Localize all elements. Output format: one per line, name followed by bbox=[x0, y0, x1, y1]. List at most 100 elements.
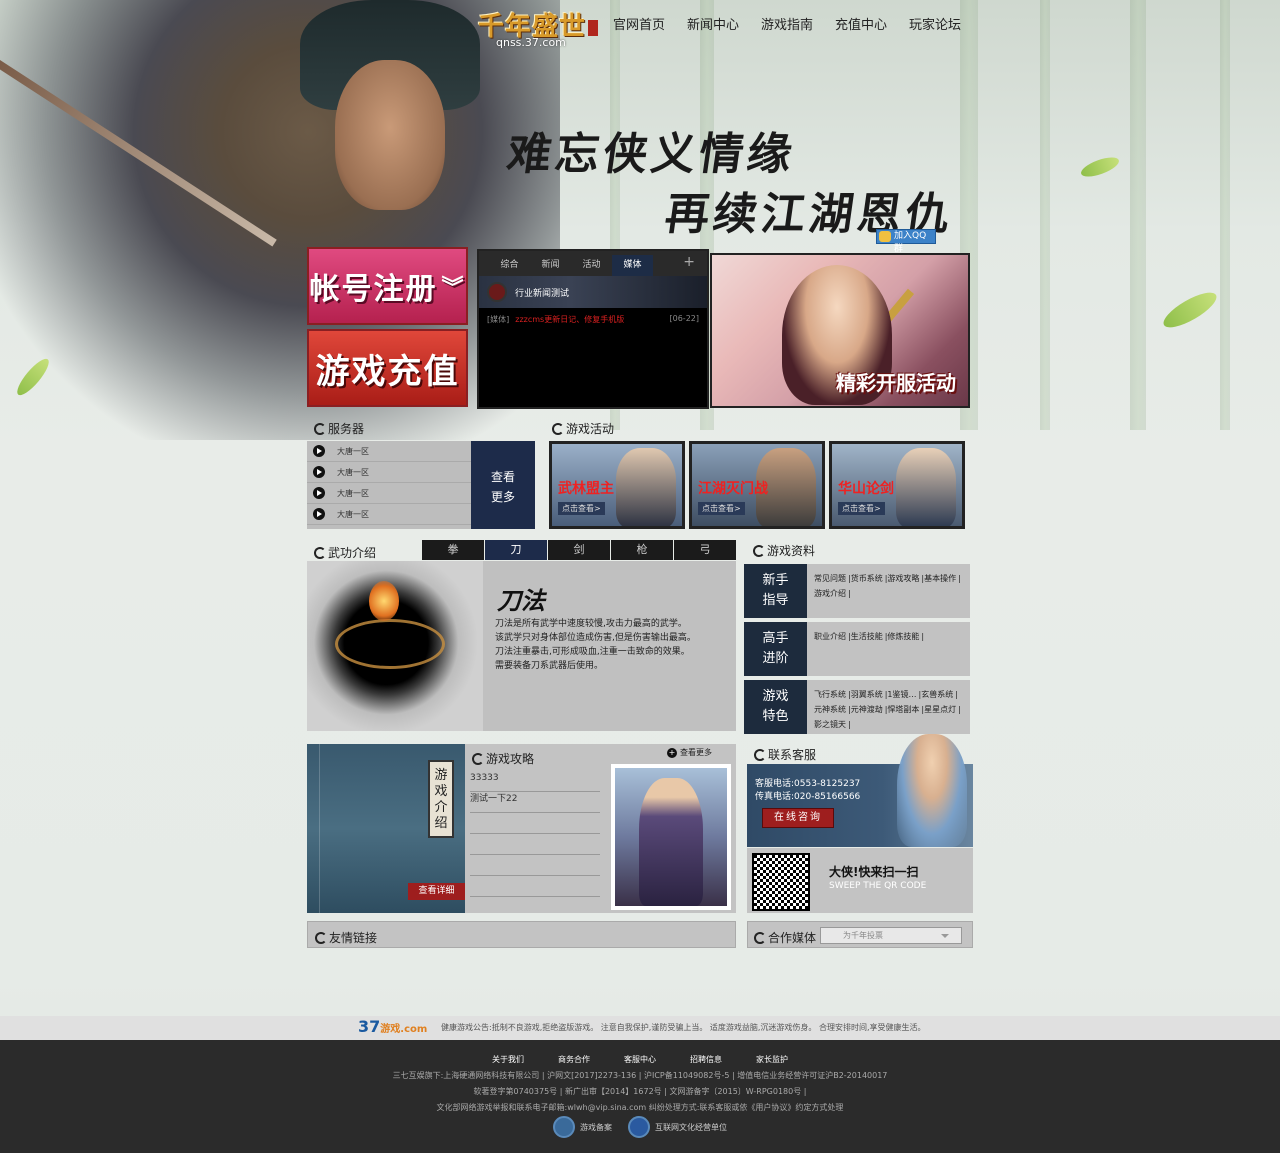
info-link[interactable]: 飞行系统 bbox=[814, 690, 846, 699]
divider bbox=[319, 744, 320, 913]
info-link[interactable]: 基本操作 bbox=[924, 574, 956, 583]
news-more-icon[interactable]: + bbox=[683, 254, 695, 270]
tab-events[interactable]: 活动 bbox=[571, 255, 612, 276]
info-group-newbie: 新手 指导 常见问题 |货币系统 |游戏攻略 |基本操作 | 游戏介绍 | bbox=[744, 564, 970, 618]
footer-link[interactable]: 招聘信息 bbox=[690, 1054, 722, 1065]
join-qq-button[interactable]: 加入QQ群 bbox=[876, 229, 936, 254]
info-group-advanced: 高手 进阶 职业介绍 |生活技能 |修炼技能 | bbox=[744, 622, 970, 676]
culture-badge[interactable]: 互联网文化经营单位 bbox=[628, 1116, 727, 1138]
event-banner[interactable]: 精彩开服活动 bbox=[710, 253, 970, 408]
list-item[interactable]: 33333 bbox=[470, 771, 600, 792]
recharge-button[interactable]: 游戏充值 bbox=[307, 329, 468, 407]
footer-link[interactable]: 客服中心 bbox=[624, 1054, 656, 1065]
nav-news[interactable]: 新闻中心 bbox=[676, 14, 750, 33]
server-item[interactable]: 大唐一区 bbox=[307, 504, 471, 525]
list-item[interactable] bbox=[470, 855, 600, 876]
info-link[interactable]: 元神渡劫 bbox=[851, 705, 883, 714]
label-line: 游戏 bbox=[762, 689, 789, 704]
qq-icon bbox=[879, 231, 891, 242]
badge-label: 互联网文化经营单位 bbox=[655, 1122, 727, 1132]
list-item[interactable] bbox=[470, 834, 600, 855]
ink-circle-icon bbox=[754, 931, 766, 944]
activity-card[interactable]: 华山论剑 点击查看> bbox=[829, 441, 965, 529]
activity-link: 点击查看> bbox=[838, 502, 885, 515]
activity-card[interactable]: 武林盟主 点击查看> bbox=[549, 441, 685, 529]
info-link[interactable]: 羽翼系统 bbox=[851, 690, 883, 699]
tab-fist[interactable]: 拳 bbox=[422, 540, 484, 560]
footer-badges: 游戏备案 互联网文化经营单位 bbox=[0, 1116, 1280, 1138]
info-link[interactable]: 游戏攻略 bbox=[887, 574, 919, 583]
list-item[interactable] bbox=[470, 876, 600, 897]
info-link[interactable]: 游戏介绍 bbox=[814, 589, 846, 598]
info-link[interactable]: 玄兽系统 bbox=[921, 690, 953, 699]
tab-all[interactable]: 综合 bbox=[489, 255, 530, 276]
tab-spear[interactable]: 枪 bbox=[611, 540, 673, 560]
tab-bow[interactable]: 弓 bbox=[674, 540, 736, 560]
game-record-badge[interactable]: 游戏备案 bbox=[553, 1116, 612, 1138]
info-link[interactable]: 悍塔副本 bbox=[887, 705, 919, 714]
top-nav: 官网首页 新闻中心 游戏指南 充值中心 玩家论坛 bbox=[602, 14, 972, 33]
news-item[interactable]: [媒体] zzzcms更新日记、修复手机版 [06-22] bbox=[479, 308, 707, 331]
list-item[interactable]: 测试一下22 bbox=[470, 792, 600, 813]
server-list: 大唐一区 大唐一区 大唐一区 大唐一区 bbox=[307, 441, 471, 529]
guide-title: 游戏攻略 bbox=[472, 750, 534, 767]
friend-links-bar: 友情链接 bbox=[307, 921, 736, 948]
media-title: 合作媒体 bbox=[754, 929, 816, 946]
news-headline[interactable]: 行业新闻测试 bbox=[479, 276, 707, 308]
guide-more-link[interactable]: + 查看更多 bbox=[667, 747, 712, 758]
activity-card[interactable]: 江湖灭门战 点击查看> bbox=[689, 441, 825, 529]
wugong-ring-art bbox=[335, 619, 445, 669]
info-link[interactable]: 修炼技能 bbox=[887, 632, 919, 641]
contact-title-text: 联系客服 bbox=[768, 748, 817, 762]
tab-news[interactable]: 新闻 bbox=[530, 255, 571, 276]
nav-forum[interactable]: 玩家论坛 bbox=[898, 14, 972, 33]
footer-link[interactable]: 关于我们 bbox=[492, 1054, 524, 1065]
info-link[interactable]: 货币系统 bbox=[851, 574, 883, 583]
server-item[interactable]: 大唐一区 bbox=[307, 483, 471, 504]
view-detail-button[interactable]: 查看详细 bbox=[408, 883, 465, 900]
media-select[interactable]: 为千年投票 bbox=[820, 927, 962, 944]
logo-url: qnss.37.com bbox=[496, 36, 566, 49]
desc-line: 需要装备刀系武器后使用。 bbox=[495, 661, 604, 671]
info-links: 职业介绍 |生活技能 |修炼技能 | bbox=[814, 632, 925, 641]
activity-figure-art bbox=[616, 448, 676, 526]
info-link[interactable]: 影之镜天 bbox=[814, 720, 846, 729]
footer-link[interactable]: 家长监护 bbox=[756, 1054, 788, 1065]
more-line2: 更多 bbox=[490, 490, 515, 504]
play-icon bbox=[313, 508, 325, 520]
info-link[interactable]: 职业介绍 bbox=[814, 632, 846, 641]
footer-nav: 关于我们 商务合作 客服中心 招聘信息 家长监护 bbox=[0, 1054, 1280, 1065]
nav-recharge[interactable]: 充值中心 bbox=[824, 14, 898, 33]
info-link[interactable]: 1鉴镜… bbox=[887, 690, 916, 699]
wugong-description: 刀法是所有武学中速度较慢,攻击力最高的武学。 该武学只对身体部位造成伤害,但是伤… bbox=[495, 617, 725, 673]
info-link[interactable]: 生活技能 bbox=[851, 632, 883, 641]
more-line1: 查看 bbox=[490, 470, 515, 484]
site-logo[interactable]: 千年盛世 qnss.37.com bbox=[478, 6, 600, 52]
list-item[interactable] bbox=[470, 813, 600, 834]
register-button[interactable]: 帐号注册 ︾ bbox=[307, 247, 468, 325]
server-item[interactable]: 大唐一区 bbox=[307, 462, 471, 483]
info-link[interactable]: 星星点灯 bbox=[924, 705, 956, 714]
info-link[interactable]: 元神系统 bbox=[814, 705, 846, 714]
health-notice-bar: 37游戏.com 健康游戏公告:抵制不良游戏,拒绝盗版游戏。 注意自我保护,谨防… bbox=[0, 1016, 1280, 1040]
leaf-deco bbox=[1159, 286, 1221, 334]
footer-license-line: 文化部网络游戏举报和联系电子邮箱:wlwh@vip.sina.com 纠纷处理方… bbox=[436, 1103, 844, 1112]
activities-title: 游戏活动 bbox=[552, 420, 614, 437]
game-record-icon bbox=[553, 1116, 575, 1138]
wugong-panel: 刀法 刀法是所有武学中速度较慢,攻击力最高的武学。 该武学只对身体部位造成伤害,… bbox=[307, 561, 736, 731]
nav-home[interactable]: 官网首页 bbox=[602, 14, 676, 33]
guide-figure-art bbox=[639, 778, 703, 906]
play-icon bbox=[313, 487, 325, 499]
footer-link[interactable]: 商务合作 bbox=[558, 1054, 590, 1065]
tab-media[interactable]: 媒体 bbox=[612, 255, 653, 276]
tab-sword[interactable]: 剑 bbox=[548, 540, 610, 560]
online-consult-button[interactable]: 在线咨询 bbox=[762, 808, 834, 828]
qr-title: 大侠!快来扫一扫 bbox=[829, 865, 919, 879]
guide-character-image[interactable] bbox=[611, 764, 731, 910]
info-link[interactable]: 常见问题 bbox=[814, 574, 846, 583]
server-item[interactable]: 大唐一区 bbox=[307, 441, 471, 462]
nav-guide[interactable]: 游戏指南 bbox=[750, 14, 824, 33]
tab-blade[interactable]: 刀 bbox=[485, 540, 547, 560]
brand-logo[interactable]: 37游戏.com bbox=[358, 1017, 427, 1036]
servers-more-button[interactable]: 查看 更多 bbox=[471, 441, 535, 529]
